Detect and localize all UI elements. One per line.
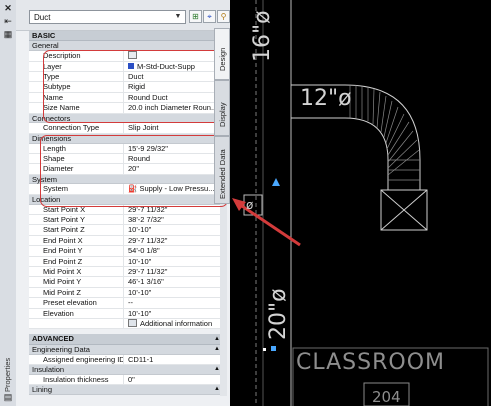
prop-row-mid-y[interactable]: Mid Point Y 46'-1 3/16" — [29, 277, 226, 288]
tab-display[interactable]: Display — [214, 80, 230, 136]
chevron-down-icon[interactable]: ▼ — [173, 11, 183, 23]
additional-info-button[interactable]: Additional information — [140, 319, 212, 328]
palette-tabs: Design Display Extended Data — [214, 0, 230, 406]
tab-extended-data[interactable]: Extended Data — [214, 136, 230, 204]
category-engineering-data[interactable]: Engineering Data ▲ — [29, 344, 226, 355]
highlight-general — [43, 50, 227, 123]
prop-row-preset-elevation[interactable]: Preset elevation -- — [29, 298, 226, 309]
prop-row-additional-info[interactable]: Additional information — [29, 318, 226, 330]
duct-size-label-16: 16"ø — [250, 10, 275, 62]
palette-title: Properties — [3, 357, 12, 392]
highlight-dimensions-system — [40, 135, 228, 207]
prop-row-engineering-id[interactable]: Assigned engineering ID CD11-1 — [29, 354, 226, 365]
prop-row-end-y[interactable]: End Point Y 54'-0 1/8" — [29, 246, 226, 257]
prop-row-insulation-thickness[interactable]: Insulation thickness 0" — [29, 374, 226, 386]
prop-row-mid-z[interactable]: Mid Point Z 10'-10" — [29, 287, 226, 299]
section-advanced[interactable]: ADVANCED ▲ — [29, 334, 226, 345]
palette-menu-icon[interactable]: ▦ — [2, 29, 14, 40]
tab-design[interactable]: Design — [214, 28, 230, 80]
prop-row-end-x[interactable]: End Point X 29'-7 11/32" — [29, 235, 226, 247]
prop-row-start-y[interactable]: Start Point Y 38'-2 7/32" — [29, 215, 226, 226]
duct-size-label-12: 12"ø — [300, 86, 352, 111]
category-lining[interactable]: Lining ▲ — [29, 385, 226, 395]
additional-info-icon[interactable] — [128, 318, 137, 327]
room-number: 204 — [372, 388, 401, 406]
prop-row-connection-type[interactable]: Connection Type Slip Joint — [29, 123, 226, 134]
properties-palette: Duct ▼ ⊞ ⌖ ⚲ BASIC▲ General▲ Description… — [16, 0, 230, 406]
room-name: CLASSROOM — [296, 350, 446, 375]
object-type-value: Duct — [34, 13, 51, 22]
section-basic[interactable]: BASIC▲ — [29, 31, 226, 42]
prop-row-start-z[interactable]: Start Point Z 10'-10" — [29, 225, 226, 236]
prop-row-mid-x[interactable]: Mid Point X 29'-7 11/32" — [29, 267, 226, 278]
close-icon[interactable]: ✕ — [2, 3, 14, 14]
prop-row-elevation[interactable]: Elevation 10'-10" — [29, 308, 226, 319]
prop-row-end-z[interactable]: End Point Z 10'-10" — [29, 256, 226, 268]
duct-size-label-20: 20"ø — [266, 288, 291, 340]
phi-symbol: ø — [246, 198, 254, 212]
toggle-pickadd-icon[interactable]: ⊞ — [189, 10, 202, 23]
autohide-icon[interactable]: ⇤ — [2, 16, 14, 27]
palette-bottom-icon[interactable]: ▤ — [2, 392, 14, 403]
object-type-select[interactable]: Duct ▼ — [29, 10, 186, 24]
palette-title-bar: ✕ ⇤ ▦ Properties ▤ — [0, 0, 17, 406]
grip-square — [271, 346, 276, 351]
category-insulation[interactable]: Insulation ▲ — [29, 364, 226, 375]
palette-toolbar: Duct ▼ ⊞ ⌖ ⚲ — [16, 0, 230, 31]
